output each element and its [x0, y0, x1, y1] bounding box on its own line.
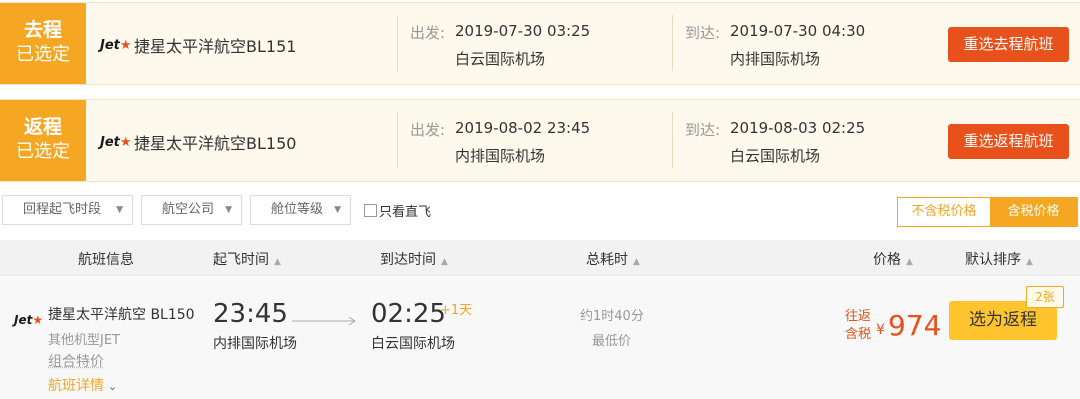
reselect-return-button[interactable]: 重选返程航班	[948, 124, 1069, 159]
time-segment-dropdown[interactable]: 回程起飞时段 ▼	[2, 195, 133, 225]
sort-up-icon: ▲	[441, 257, 448, 267]
row-departure-time: 23:45	[213, 299, 288, 329]
arrival-time: 2019-07-30 04:30	[730, 22, 866, 40]
cabin-class-dropdown[interactable]: 舱位等级 ▼	[250, 195, 351, 225]
caret-down-icon: ▼	[334, 205, 341, 215]
row-arrival-airport: 白云国际机场	[371, 336, 455, 352]
flight-result-row: Jet★ 捷星太平洋航空 BL150 其他机型JET 组合特价 航班详情 ⌄ 23…	[0, 277, 1080, 399]
header-label: 默认排序	[965, 252, 1021, 268]
reselect-outbound-button[interactable]: 重选去程航班	[948, 27, 1069, 62]
departure-label: 出发:	[410, 24, 446, 42]
arrival-label: 到达:	[685, 121, 721, 139]
star-icon: ★	[32, 313, 44, 327]
jetstar-logo: Jet★	[100, 38, 132, 53]
airline-flight-number: 捷星太平洋航空BL151	[134, 37, 297, 56]
caret-down-icon: ▼	[225, 205, 232, 215]
combo-deal-link[interactable]: 组合特价	[48, 351, 104, 371]
tax-included-label: 含税	[845, 327, 872, 342]
row-price: 974	[888, 309, 942, 342]
chevron-down-icon: ⌄	[108, 380, 118, 393]
tax-excluded-option[interactable]: 不含税价格	[898, 198, 990, 226]
arrival-airport: 内排国际机场	[730, 50, 821, 68]
header-label: 起飞时间	[213, 252, 269, 268]
results-table-header: 航班信息 起飞时间 ▲ 到达时间 ▲ 总耗时 ▲ 价格 ▲ 默认排序 ▲	[0, 240, 1080, 276]
sort-up-icon: ▲	[1026, 257, 1033, 267]
departure-label: 出发:	[410, 121, 446, 139]
jetstar-logo: Jet★	[14, 313, 43, 327]
star-icon: ★	[119, 38, 132, 53]
sort-up-icon: ▲	[274, 257, 281, 267]
arrival-time: 2019-08-03 02:25	[730, 119, 866, 137]
dropdown-label: 航空公司	[162, 202, 215, 217]
segment-tag-status: 已选定	[16, 141, 70, 162]
tax-included-option[interactable]: 含税价格	[990, 198, 1077, 226]
departure-airport: 内排国际机场	[455, 147, 546, 165]
segment-tag: 返程 已选定	[0, 100, 86, 181]
header-arrival-time[interactable]: 到达时间 ▲	[380, 249, 448, 269]
jetstar-logo: Jet★	[100, 135, 132, 150]
row-departure-airport: 内排国际机场	[213, 336, 297, 352]
round-trip-label: 往返	[845, 309, 872, 324]
row-arrival-time: 02:25	[371, 299, 446, 329]
selected-return-segment: 返程 已选定 Jet★ 捷星太平洋航空BL150 出发: 2019-08-02 …	[0, 99, 1080, 182]
header-label: 到达时间	[380, 252, 436, 268]
header-default-sort[interactable]: 默认排序 ▲	[965, 249, 1033, 269]
next-day-indicator: +1天	[440, 303, 473, 318]
logo-text: Jet	[100, 135, 120, 150]
direct-only-checkbox[interactable]	[364, 204, 377, 217]
header-duration[interactable]: 总耗时 ▲	[586, 249, 640, 269]
sort-up-icon: ▲	[633, 257, 640, 267]
arrival-label: 到达:	[685, 24, 721, 42]
header-price[interactable]: 价格 ▲	[873, 249, 913, 269]
logo-text: Jet	[100, 38, 120, 53]
row-airline: 捷星太平洋航空 BL150	[48, 307, 195, 323]
divider	[397, 112, 398, 168]
arrow-right-icon	[292, 316, 356, 326]
segment-tag-status: 已选定	[16, 44, 70, 65]
tickets-left-badge: 2张	[1026, 286, 1064, 308]
segment-tag-title: 去程	[23, 19, 62, 41]
tax-price-toggle: 不含税价格 含税价格	[897, 197, 1078, 227]
departure-time: 2019-08-02 23:45	[455, 119, 591, 137]
cheapest-label: 最低价	[592, 334, 632, 349]
divider	[397, 15, 398, 71]
row-plane-type: 其他机型JET	[48, 333, 120, 348]
dropdown-label: 舱位等级	[271, 202, 324, 217]
departure-airport: 白云国际机场	[455, 50, 546, 68]
details-label: 航班详情	[48, 378, 104, 394]
filter-bar: 回程起飞时段 ▼ 航空公司 ▼ 舱位等级 ▼ 只看直飞 不含税价格 含税价格	[0, 195, 1080, 227]
header-flight-info: 航班信息	[78, 252, 134, 268]
currency-symbol: ¥	[876, 322, 885, 338]
caret-down-icon: ▼	[116, 205, 123, 215]
header-label: 价格	[873, 252, 901, 268]
row-duration: 约1时40分	[580, 309, 644, 324]
airline-flight-number: 捷星太平洋航空BL150	[134, 134, 297, 153]
star-icon: ★	[119, 135, 132, 150]
arrival-airport: 白云国际机场	[730, 147, 821, 165]
segment-tag: 去程 已选定	[0, 3, 86, 84]
selected-outbound-segment: 去程 已选定 Jet★ 捷星太平洋航空BL151 出发: 2019-07-30 …	[0, 2, 1080, 85]
segment-tag-title: 返程	[23, 116, 62, 138]
flight-details-toggle[interactable]: 航班详情 ⌄	[48, 375, 117, 395]
sort-up-icon: ▲	[906, 257, 913, 267]
dropdown-label: 回程起飞时段	[23, 202, 102, 217]
logo-text: Jet	[14, 313, 33, 327]
divider	[672, 112, 673, 168]
divider	[672, 15, 673, 71]
header-departure-time[interactable]: 起飞时间 ▲	[213, 249, 281, 269]
departure-time: 2019-07-30 03:25	[455, 22, 591, 40]
airline-dropdown[interactable]: 航空公司 ▼	[141, 195, 242, 225]
direct-only-label[interactable]: 只看直飞	[379, 201, 431, 220]
header-label: 总耗时	[586, 252, 628, 268]
